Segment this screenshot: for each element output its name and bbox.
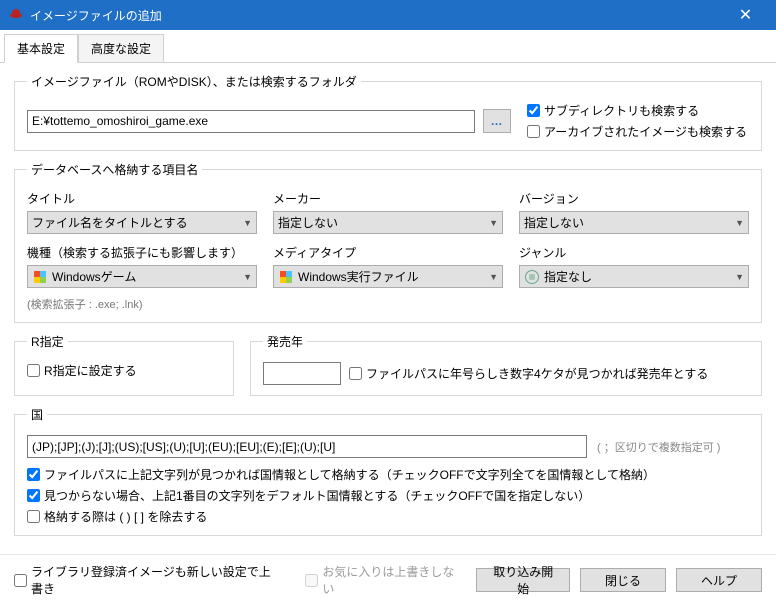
checkbox-search-archives[interactable]: アーカイブされたイメージも検索する <box>527 123 747 140</box>
checkbox-overwrite-registered[interactable]: ライブラリ登録済イメージも新しい設定で上書き <box>14 563 277 597</box>
maker-combo[interactable]: 指定しない▼ <box>273 211 503 234</box>
media-label: メディアタイプ <box>273 244 503 261</box>
chevron-down-icon: ▼ <box>243 272 252 282</box>
checkbox-detect-year[interactable]: ファイルパスに年号らしき数字4ケタが見つかれば発売年とする <box>349 365 708 382</box>
chevron-down-icon: ▼ <box>735 218 744 228</box>
help-button[interactable]: ヘルプ <box>676 568 762 592</box>
close-dialog-button[interactable]: 閉じる <box>580 568 666 592</box>
title-bar: イメージファイルの追加 ✕ <box>0 0 776 30</box>
maker-label: メーカー <box>273 190 503 207</box>
country-note: ( ；区切りで複数指定可 ) <box>597 439 720 455</box>
genre-combo[interactable]: 指定なし▼ <box>519 265 749 288</box>
app-icon <box>8 9 24 21</box>
version-combo[interactable]: 指定しない▼ <box>519 211 749 234</box>
country-codes-input[interactable] <box>27 435 587 458</box>
title-label: タイトル <box>27 190 257 207</box>
country-legend: 国 <box>27 406 47 423</box>
machine-combo[interactable]: Windowsゲーム▼ <box>27 265 257 288</box>
version-label: バージョン <box>519 190 749 207</box>
browse-button[interactable]: … <box>483 109 511 133</box>
r-legend: R指定 <box>27 333 68 350</box>
genre-label: ジャンル <box>519 244 749 261</box>
globe-icon <box>524 269 540 285</box>
checkbox-strip-brackets[interactable]: 格納する際は ( ) [ ] を除去する <box>27 508 749 525</box>
section-r-rating: R指定 R指定に設定する <box>14 333 234 396</box>
section-image-file: イメージファイル（ROMやDISK）、または検索するフォルダ … サブディレクト… <box>14 73 762 151</box>
windows-icon <box>32 269 48 285</box>
path-input[interactable] <box>27 110 475 133</box>
window-title: イメージファイルの追加 <box>30 7 162 24</box>
checkbox-country-default[interactable]: 見つからない場合、上記1番目の文字列をデフォルト国情報とする（チェックOFFで国… <box>27 487 749 504</box>
section-database-fields: データベースへ格納する項目名 タイトル ファイル名をタイトルとする▼ メーカー … <box>14 161 762 323</box>
media-combo[interactable]: Windows実行ファイル▼ <box>273 265 503 288</box>
machine-label: 機種（検索する拡張子にも影響します） <box>27 244 257 261</box>
chevron-down-icon: ▼ <box>489 218 498 228</box>
section-release-year: 発売年 ファイルパスに年号らしき数字4ケタが見つかれば発売年とする <box>250 333 762 396</box>
image-file-legend: イメージファイル（ROMやDISK）、または検索するフォルダ <box>27 73 361 90</box>
year-legend: 発売年 <box>263 333 307 350</box>
section-country: 国 ( ；区切りで複数指定可 ) ファイルパスに上記文字列が見つかれば国情報とし… <box>14 406 762 536</box>
tab-strip: 基本設定 高度な設定 <box>0 30 776 63</box>
title-combo[interactable]: ファイル名をタイトルとする▼ <box>27 211 257 234</box>
windows-icon <box>278 269 294 285</box>
close-button[interactable]: ✕ <box>723 0 768 30</box>
tab-advanced[interactable]: 高度な設定 <box>78 34 164 62</box>
ext-hint: (検索拡張子 : .exe; .lnk) <box>27 296 257 312</box>
chevron-down-icon: ▼ <box>243 218 252 228</box>
bottom-bar: ライブラリ登録済イメージも新しい設定で上書き お気に入りは上書きしない 取り込み… <box>0 554 776 607</box>
checkbox-keep-favorite: お気に入りは上書きしない <box>305 563 456 597</box>
chevron-down-icon: ▼ <box>489 272 498 282</box>
checkbox-country-match[interactable]: ファイルパスに上記文字列が見つかれば国情報として格納する（チェックOFFで文字列… <box>27 466 749 483</box>
checkbox-set-r[interactable]: R指定に設定する <box>27 362 221 379</box>
year-input[interactable] <box>263 362 341 385</box>
checkbox-recurse-subdir[interactable]: サブディレクトリも検索する <box>527 102 747 119</box>
import-button[interactable]: 取り込み開始 <box>476 568 570 592</box>
ellipsis-icon: … <box>491 114 504 128</box>
db-legend: データベースへ格納する項目名 <box>27 161 202 178</box>
chevron-down-icon: ▼ <box>735 272 744 282</box>
tab-basic[interactable]: 基本設定 <box>4 34 78 63</box>
